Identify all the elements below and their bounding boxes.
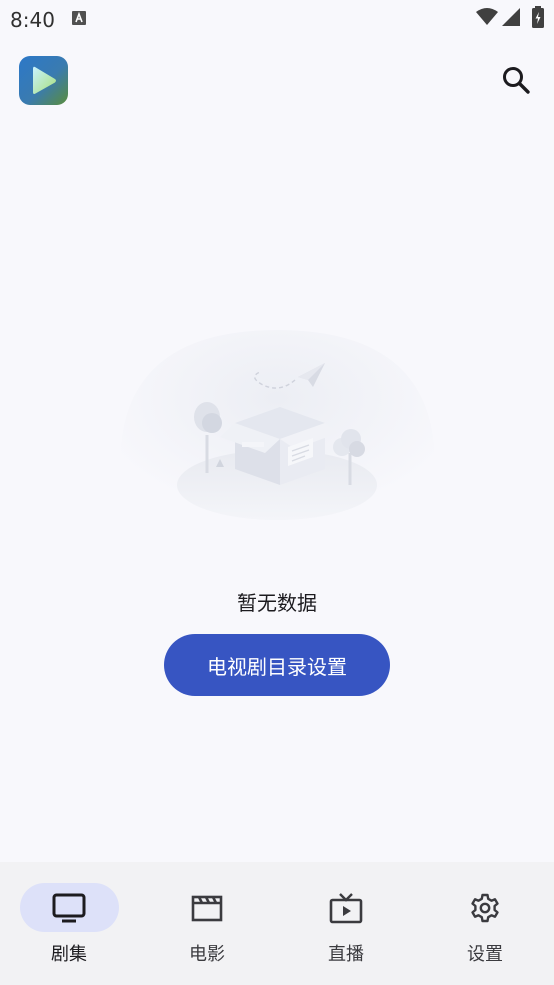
search-icon	[503, 67, 530, 94]
tv-icon	[52, 893, 86, 923]
status-bar: 8:40	[0, 0, 554, 38]
status-time: 8:40	[10, 8, 55, 32]
signal-icon	[502, 8, 520, 26]
nav-label-settings: 设置	[467, 944, 503, 965]
empty-box-illustration	[120, 330, 435, 525]
nav-item-series[interactable]: 剧集	[0, 862, 138, 985]
notification-a-icon	[72, 11, 86, 25]
app-logo	[19, 56, 68, 105]
nav-item-live[interactable]: 直播	[277, 862, 415, 985]
live-tv-icon	[329, 893, 363, 924]
nav-item-movies[interactable]: 电影	[138, 862, 276, 985]
nav-label-series: 剧集	[51, 944, 87, 965]
clapperboard-icon	[191, 895, 223, 922]
tv-directory-settings-button[interactable]: 电视剧目录设置	[164, 634, 390, 696]
nav-label-movies: 电影	[189, 944, 225, 965]
bottom-navigation: 剧集 电影 直播 设置	[0, 862, 554, 985]
search-button[interactable]	[498, 62, 534, 98]
battery-icon	[532, 6, 544, 28]
nav-label-live: 直播	[328, 944, 364, 965]
gear-icon	[471, 893, 499, 923]
empty-state-message: 暂无数据	[237, 591, 317, 615]
play-logo-icon	[19, 56, 68, 105]
nav-item-settings[interactable]: 设置	[416, 862, 554, 985]
wifi-icon	[476, 8, 498, 25]
